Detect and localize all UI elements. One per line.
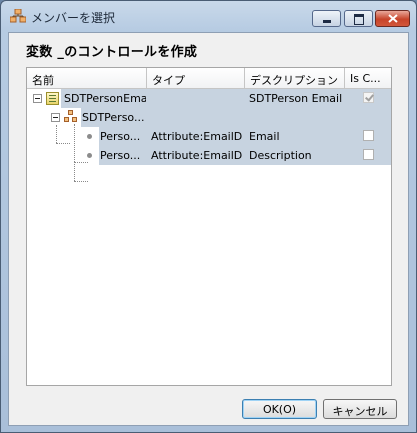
row-name: Perso...	[100, 149, 141, 162]
select-member-dialog: メンバーを選択 変数 _のコントロールを作成 名前 タイプ デスクリプション I…	[0, 0, 417, 433]
window-title: メンバーを選択	[31, 11, 116, 25]
row-description: Description	[249, 149, 312, 162]
maximize-icon	[354, 14, 364, 25]
row-description: SDTPerson Email	[249, 92, 343, 105]
close-button[interactable]	[375, 10, 410, 27]
tree-row[interactable]: Perso... Attribute:EmailDir Email	[27, 127, 391, 146]
dialog-body: 変数 _のコントロールを作成 名前 タイプ デスクリプション Is C... S…	[8, 32, 409, 426]
maximize-button[interactable]	[344, 10, 373, 27]
is-collection-checkbox[interactable]	[363, 92, 374, 103]
title-bar[interactable]: メンバーを選択	[1, 1, 416, 31]
level-icon	[64, 110, 77, 123]
tree-line	[74, 181, 88, 182]
page-title: 変数 _のコントロールを作成	[26, 45, 198, 60]
row-description: Email	[249, 130, 280, 143]
close-icon	[388, 14, 398, 23]
minimize-icon	[323, 20, 331, 23]
row-name: SDTPersonEmail	[64, 92, 146, 105]
collapse-toggle-icon[interactable]	[51, 113, 60, 122]
sdt-icon	[46, 92, 59, 105]
attribute-dot-icon	[87, 134, 92, 139]
column-header-description[interactable]: デスクリプション	[245, 68, 345, 89]
cancel-button[interactable]: キャンセル	[323, 399, 397, 419]
ok-button[interactable]: OK(O)	[242, 399, 317, 419]
tree-row[interactable]: SDTPerso...	[27, 108, 391, 127]
tree-row[interactable]: SDTPersonEmail SDTPerson Email	[27, 89, 391, 108]
column-header-is-collection[interactable]: Is C...	[345, 68, 391, 89]
minimize-button[interactable]	[312, 10, 341, 27]
column-header-type[interactable]: タイプ	[147, 68, 245, 89]
is-collection-checkbox[interactable]	[363, 130, 374, 141]
row-type: Attribute:EmailDir	[151, 130, 243, 143]
member-tree-grid[interactable]: 名前 タイプ デスクリプション Is C... SDTPersonEmail S…	[26, 67, 392, 386]
row-name: SDTPerso...	[82, 111, 145, 124]
is-collection-checkbox[interactable]	[363, 149, 374, 160]
collapse-toggle-icon[interactable]	[33, 94, 42, 103]
row-name: Perso...	[100, 130, 141, 143]
tree-row[interactable]: Perso... Attribute:EmailD... Description	[27, 146, 391, 165]
attribute-dot-icon	[87, 153, 92, 158]
row-type: Attribute:EmailD...	[151, 149, 243, 162]
column-header-name[interactable]: 名前	[27, 68, 147, 89]
hierarchy-icon	[10, 9, 26, 23]
